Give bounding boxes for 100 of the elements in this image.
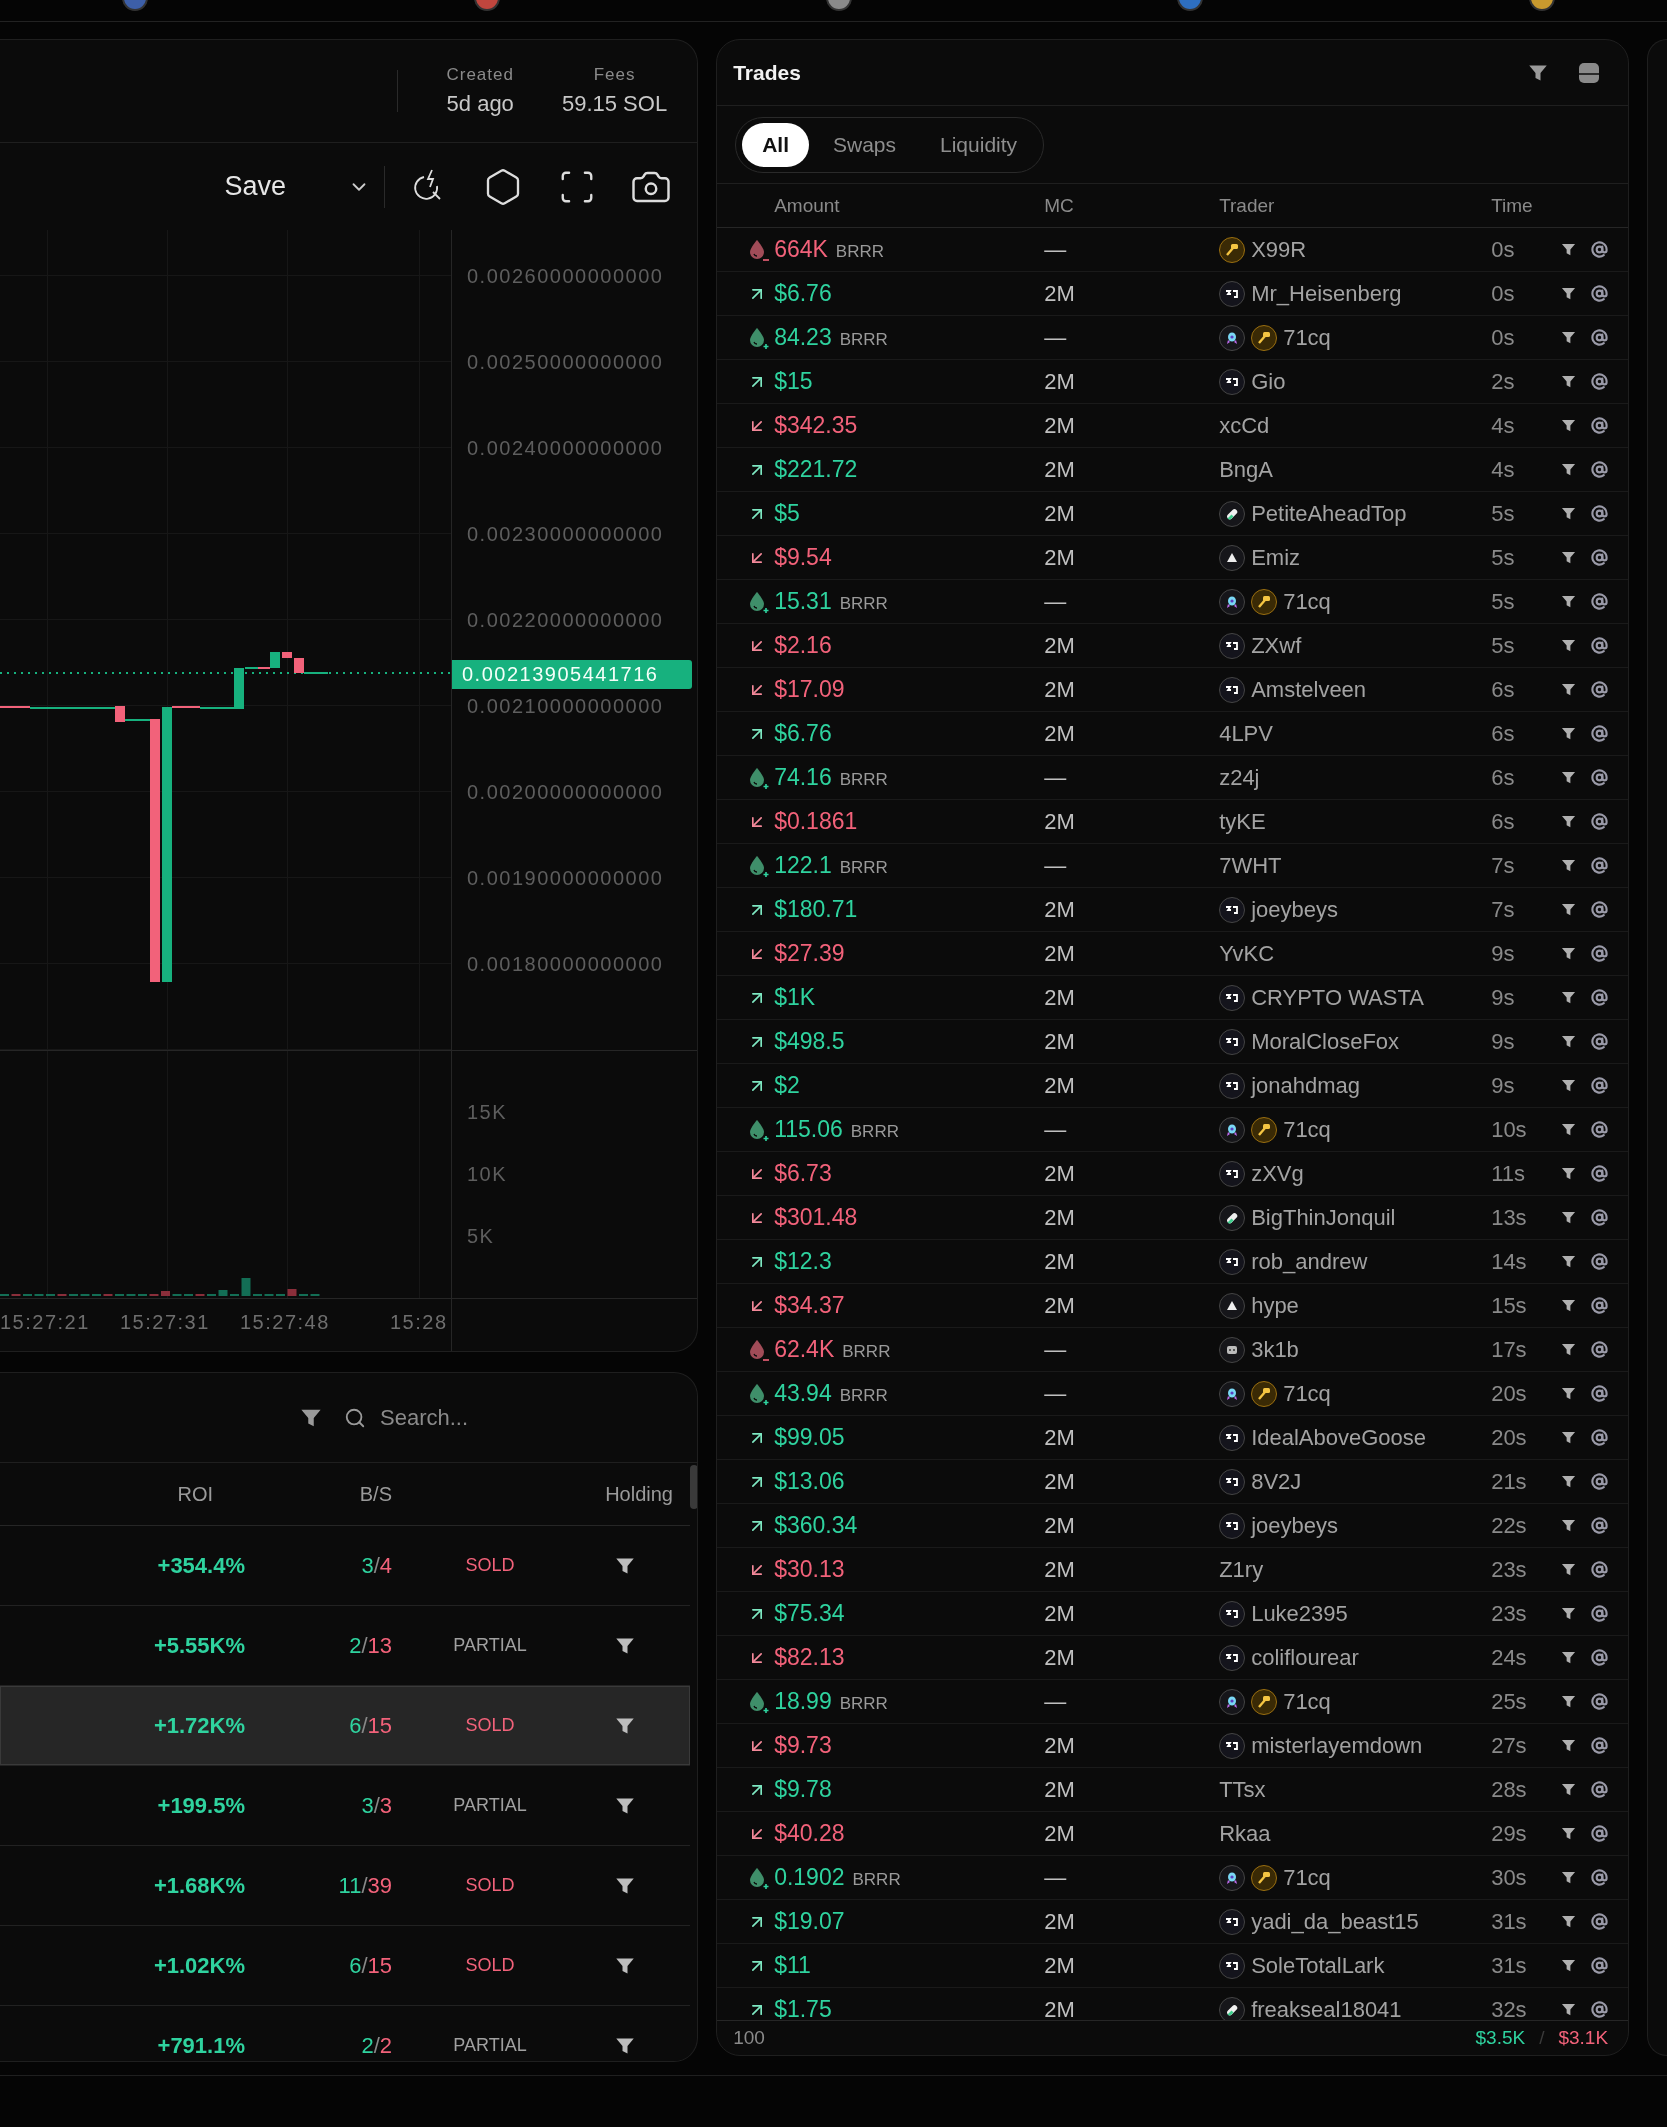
trader-name[interactable]: z24j <box>1219 764 1260 791</box>
trader-name[interactable]: Mr_Heisenberg <box>1251 280 1402 307</box>
trader-name[interactable]: rob_andrew <box>1251 1248 1368 1275</box>
trader-name[interactable]: Rkaa <box>1219 1820 1271 1847</box>
row-filter-icon[interactable] <box>1561 946 1577 961</box>
row-filter-icon[interactable] <box>1561 462 1577 477</box>
row-filter-icon[interactable] <box>1561 1430 1577 1445</box>
row-filter-icon[interactable] <box>1561 1826 1577 1841</box>
save-button[interactable]: Save <box>224 171 335 202</box>
at-sign-icon[interactable] <box>1591 1033 1609 1050</box>
row-filter-icon[interactable] <box>1561 1254 1577 1269</box>
row-filter-icon[interactable] <box>1561 1474 1577 1489</box>
trader-name[interactable]: PetiteAheadTop <box>1251 500 1407 527</box>
at-sign-icon[interactable] <box>1591 1473 1609 1490</box>
filter-tab[interactable]: All <box>742 122 809 167</box>
row-filter-icon[interactable] <box>1561 550 1577 565</box>
trader-name[interactable]: joeybeys <box>1251 896 1338 923</box>
at-sign-icon[interactable] <box>1591 241 1609 258</box>
row-filter-icon[interactable] <box>1561 1034 1577 1049</box>
row-filter-icon[interactable] <box>1561 1342 1577 1357</box>
row-filter-icon[interactable] <box>1561 1606 1577 1621</box>
trader-name[interactable]: TTsx <box>1219 1776 1266 1803</box>
row-filter-icon[interactable] <box>1561 1386 1577 1401</box>
at-sign-icon[interactable] <box>1591 1957 1609 1974</box>
row-filter-icon[interactable] <box>1561 1694 1577 1709</box>
at-sign-icon[interactable] <box>1591 593 1609 610</box>
row-filter-icon[interactable] <box>1561 418 1577 433</box>
trader-name[interactable]: IdealAboveGoose <box>1251 1424 1427 1451</box>
row-filter-icon[interactable] <box>1561 990 1577 1005</box>
at-sign-icon[interactable] <box>1591 637 1609 654</box>
at-sign-icon[interactable] <box>1591 373 1609 390</box>
row-filter-icon[interactable] <box>1561 638 1577 653</box>
trader-name[interactable]: 71cq <box>1283 1116 1331 1143</box>
at-sign-icon[interactable] <box>1591 769 1609 786</box>
at-sign-icon[interactable] <box>1591 285 1609 302</box>
row-filter-icon[interactable] <box>1561 242 1577 257</box>
panel-toggle-icon[interactable] <box>1578 61 1601 84</box>
at-sign-icon[interactable] <box>1591 1429 1609 1446</box>
trader-name[interactable]: zXVg <box>1251 1160 1304 1187</box>
at-sign-icon[interactable] <box>1591 1341 1609 1358</box>
row-filter-icon[interactable] <box>1561 330 1577 345</box>
at-sign-icon[interactable] <box>1591 417 1609 434</box>
filter-tab[interactable]: Liquidity <box>920 122 1038 167</box>
row-filter-icon[interactable] <box>1561 682 1577 697</box>
at-sign-icon[interactable] <box>1591 1737 1609 1754</box>
at-sign-icon[interactable] <box>1591 681 1609 698</box>
search-field[interactable]: Search... <box>378 1403 558 1432</box>
at-sign-icon[interactable] <box>1591 1517 1609 1534</box>
trader-name[interactable]: X99R <box>1251 236 1307 263</box>
trader-name[interactable]: MoralCloseFox <box>1251 1028 1400 1055</box>
at-sign-icon[interactable] <box>1591 461 1609 478</box>
trader-name[interactable]: 71cq <box>1283 1688 1331 1715</box>
trader-name[interactable]: YvKC <box>1219 940 1275 967</box>
trader-name[interactable]: Z1ry <box>1219 1556 1264 1583</box>
trader-name[interactable]: freakseal18041 <box>1251 1996 1402 2020</box>
trader-name[interactable]: coliflourear <box>1251 1644 1359 1671</box>
at-sign-icon[interactable] <box>1591 1209 1609 1226</box>
at-sign-icon[interactable] <box>1591 505 1609 522</box>
trader-name[interactable]: 4LPV <box>1219 720 1273 747</box>
at-sign-icon[interactable] <box>1591 1253 1609 1270</box>
at-sign-icon[interactable] <box>1591 1781 1609 1798</box>
row-filter-icon[interactable] <box>1561 506 1577 521</box>
row-filter-icon[interactable] <box>1561 1870 1577 1885</box>
trader-name[interactable]: CRYPTO WASTA <box>1251 984 1424 1011</box>
row-filter-icon[interactable] <box>1561 1562 1577 1577</box>
row-filter-icon[interactable] <box>1561 1078 1577 1093</box>
trader-name[interactable]: misterlayemdown <box>1251 1732 1423 1759</box>
row-filter-icon[interactable] <box>1561 1166 1577 1181</box>
trader-name[interactable]: yadi_da_beast15 <box>1251 1908 1419 1935</box>
at-sign-icon[interactable] <box>1591 1693 1609 1710</box>
at-sign-icon[interactable] <box>1591 1121 1609 1138</box>
at-sign-icon[interactable] <box>1591 329 1609 346</box>
at-sign-icon[interactable] <box>1591 945 1609 962</box>
at-sign-icon[interactable] <box>1591 1297 1609 1314</box>
row-filter-icon[interactable] <box>1561 1298 1577 1313</box>
trader-name[interactable]: 71cq <box>1283 324 1331 351</box>
at-sign-icon[interactable] <box>1591 813 1609 830</box>
trader-name[interactable]: Gio <box>1251 368 1286 395</box>
row-filter-icon[interactable] <box>1561 858 1577 873</box>
at-sign-icon[interactable] <box>1591 1165 1609 1182</box>
row-filter-icon[interactable] <box>1561 1518 1577 1533</box>
row-filter-icon[interactable] <box>1561 814 1577 829</box>
row-filter-icon[interactable] <box>1561 374 1577 389</box>
row-filter-icon[interactable] <box>1561 2002 1577 2017</box>
row-filter-icon[interactable] <box>1561 286 1577 301</box>
row-filter-icon[interactable] <box>1561 1738 1577 1753</box>
trader-name[interactable]: 8V2J <box>1251 1468 1302 1495</box>
row-filter-icon[interactable] <box>1561 770 1577 785</box>
trader-name[interactable]: 71cq <box>1283 1864 1331 1891</box>
row-filter-icon[interactable] <box>1561 1210 1577 1225</box>
row-filter-icon[interactable] <box>1561 1650 1577 1665</box>
trader-name[interactable]: jonahdmag <box>1251 1072 1360 1099</box>
scrollbar-thumb[interactable] <box>690 1465 698 1509</box>
trader-name[interactable]: Emiz <box>1251 544 1301 571</box>
at-sign-icon[interactable] <box>1591 725 1609 742</box>
trader-name[interactable]: joeybeys <box>1251 1512 1338 1539</box>
trader-name[interactable]: xcCd <box>1219 412 1270 439</box>
trader-name[interactable]: BigThinJonquil <box>1251 1204 1396 1231</box>
at-sign-icon[interactable] <box>1591 549 1609 566</box>
at-sign-icon[interactable] <box>1591 901 1609 918</box>
